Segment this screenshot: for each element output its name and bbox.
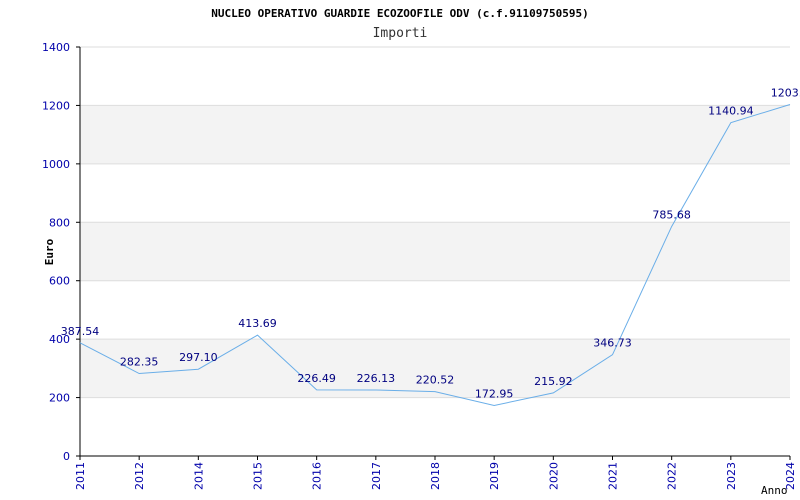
data-label: 346.73 xyxy=(593,337,632,350)
y-tick-label: 0 xyxy=(63,450,70,463)
x-tick-label: 2014 xyxy=(192,462,205,490)
grid-band xyxy=(80,339,790,398)
x-tick-label: 2016 xyxy=(311,462,324,490)
data-label: 413.69 xyxy=(238,317,277,330)
data-label: 172.95 xyxy=(475,387,514,400)
data-label: 785.68 xyxy=(652,208,691,221)
y-tick-label: 1200 xyxy=(42,99,70,112)
data-label: 220.52 xyxy=(416,374,455,387)
x-tick-label: 2021 xyxy=(607,462,620,490)
x-tick-label: 2023 xyxy=(725,462,738,490)
line-chart: 0200400600800100012001400 2011 2012 2014 20… xyxy=(42,7,800,497)
data-label: 282.35 xyxy=(120,356,159,369)
data-label: 387.54 xyxy=(61,325,100,338)
y-tick-label: 1000 xyxy=(42,158,70,171)
x-tick-label: 2020 xyxy=(547,462,560,490)
grid-band xyxy=(80,222,790,281)
x-axis-label: Anno xyxy=(761,484,788,497)
data-label: 1203.3 xyxy=(771,86,800,99)
y-tick-label: 600 xyxy=(49,275,70,288)
x-tick-label: 2012 xyxy=(133,462,146,490)
data-label: 297.10 xyxy=(179,351,218,364)
y-tick-label: 800 xyxy=(49,216,70,229)
x-tick-labels: 2011 2012 2014 2015 2016 2017 2018 2019 2020 2021… xyxy=(74,456,797,490)
chart-subtitle: Importi xyxy=(373,26,428,41)
chart-title: NUCLEO OPERATIVO GUARDIE ECOZOOFILE ODV … xyxy=(211,7,589,20)
data-label: 1140.94 xyxy=(708,105,754,118)
x-tick-label: 2011 xyxy=(74,462,87,490)
y-axis-label: Euro xyxy=(43,238,56,265)
data-label: 226.13 xyxy=(357,372,396,385)
x-tick-label: 2015 xyxy=(252,462,265,490)
x-tick-label: 2018 xyxy=(429,462,442,490)
y-tick-label: 200 xyxy=(49,392,70,405)
x-tick-label: 2019 xyxy=(488,462,501,490)
data-label: 226.49 xyxy=(297,372,336,385)
y-tick-label: 1400 xyxy=(42,41,70,54)
grid-band xyxy=(80,105,790,164)
x-tick-label: 2017 xyxy=(370,462,383,490)
data-label: 215.92 xyxy=(534,375,573,388)
x-tick-label: 2022 xyxy=(666,462,679,490)
